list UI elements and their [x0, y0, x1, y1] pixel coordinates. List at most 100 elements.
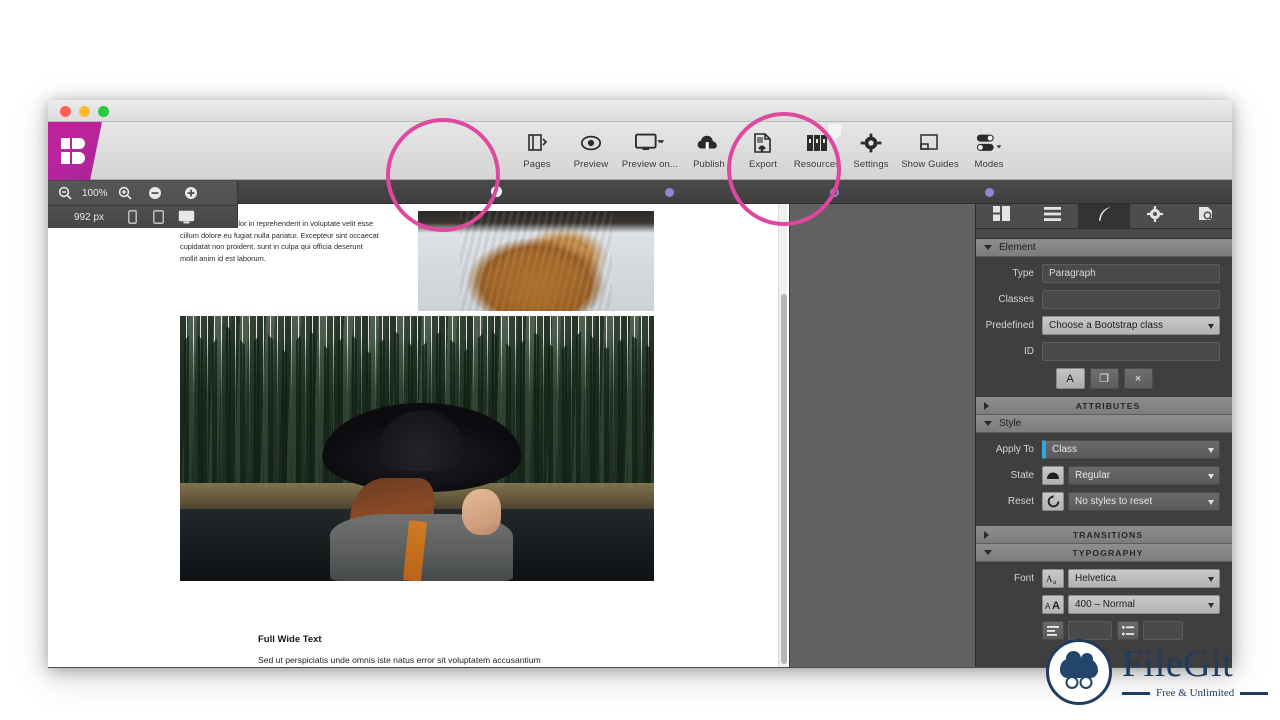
- inspector-tab-layers[interactable]: [976, 204, 1027, 228]
- id-input[interactable]: [1042, 342, 1220, 361]
- state-select[interactable]: Regular: [1068, 466, 1220, 485]
- filegit-tagline: Free & Unlimited: [1156, 687, 1234, 699]
- chevron-down-icon: [1208, 577, 1214, 582]
- quill-icon: [1096, 206, 1113, 227]
- font-weight-icon-button[interactable]: AA: [1042, 595, 1064, 614]
- breakpoint-dot-2[interactable]: [665, 188, 674, 197]
- font-family-select[interactable]: Helvetica: [1068, 569, 1220, 588]
- traffic-lights: [60, 106, 109, 117]
- section-header-attributes[interactable]: ATTRIBUTES: [976, 397, 1232, 415]
- magnifier-plus-icon[interactable]: [118, 186, 132, 200]
- minus-circle-icon[interactable]: [148, 186, 162, 200]
- state-value: Regular: [1075, 470, 1110, 481]
- toolbar-modes-button[interactable]: Modes: [962, 126, 1016, 170]
- type-label: Type: [976, 268, 1042, 279]
- toolbar-show-guides-button[interactable]: Show Guides: [898, 126, 962, 170]
- toolbar-export-label: Export: [749, 159, 777, 170]
- font-size-icon: AA: [1045, 599, 1061, 611]
- field-row-id: ID: [976, 342, 1232, 361]
- desktop-icon[interactable]: [178, 210, 195, 224]
- font-weight-select[interactable]: 400 – Normal: [1068, 595, 1220, 614]
- zoom-level-label: 100%: [82, 188, 108, 199]
- reset-select[interactable]: No styles to reset: [1068, 492, 1220, 511]
- close-button[interactable]: [60, 106, 71, 117]
- toolbar-preview-button[interactable]: Preview: [564, 126, 618, 170]
- apply-to-select[interactable]: Class: [1042, 440, 1220, 459]
- breakpoint-dot-3[interactable]: [830, 188, 839, 197]
- breakpoint-track[interactable]: [238, 180, 1232, 204]
- field-row-type: Type Paragraph: [976, 264, 1232, 283]
- refresh-icon: [1047, 495, 1060, 508]
- reset-icon-button[interactable]: [1042, 492, 1064, 511]
- fullwide-paragraph[interactable]: Sed ut perspiciatis unde omnis iste natu…: [258, 654, 578, 667]
- svg-text:A: A: [1046, 574, 1053, 584]
- hoodie-photo[interactable]: [418, 211, 654, 311]
- breakpoint-dot-active[interactable]: [491, 186, 502, 197]
- toolbar-settings-button[interactable]: Settings: [844, 126, 898, 170]
- inspector-tab-list[interactable]: [1027, 204, 1078, 228]
- toolbar-preview-label: Preview: [574, 159, 609, 170]
- delete-button[interactable]: ×: [1124, 368, 1153, 389]
- classes-label: Classes: [976, 294, 1042, 305]
- toolbar-export-button[interactable]: Export: [736, 126, 790, 170]
- breakpoint-dot-4[interactable]: [985, 188, 994, 197]
- phone-icon[interactable]: [128, 210, 137, 224]
- inspector-tab-settings[interactable]: [1130, 204, 1181, 228]
- forest-lake-photo[interactable]: [180, 316, 654, 581]
- font-family-value: Helvetica: [1075, 573, 1116, 584]
- tagline-rule-left: [1122, 692, 1150, 695]
- plus-circle-icon[interactable]: [184, 186, 198, 200]
- field-row-font-weight: AA 400 – Normal: [976, 595, 1232, 614]
- chevron-down-icon: [1208, 324, 1214, 329]
- minimize-button[interactable]: [79, 106, 90, 117]
- zoom-row-device: 992 px: [48, 205, 237, 228]
- zoom-button[interactable]: [98, 106, 109, 117]
- toolbar-preview-on-button[interactable]: Preview on...: [618, 126, 682, 170]
- inspector-tab-inspect[interactable]: [1181, 204, 1232, 228]
- search-document-icon: [1198, 206, 1214, 226]
- duplicate-glyph: ❐: [1099, 372, 1109, 385]
- section-element-title: Element: [999, 242, 1036, 253]
- toolbar-pages-button[interactable]: Pages: [510, 126, 564, 170]
- font-weight-value: 400 – Normal: [1075, 599, 1135, 610]
- section-header-transitions[interactable]: TRANSITIONS: [976, 526, 1232, 544]
- list-icon: [1044, 207, 1061, 226]
- section-header-element[interactable]: Element: [976, 239, 1232, 257]
- fullwide-heading[interactable]: Full Wide Text: [258, 634, 322, 645]
- font-icon-button[interactable]: Aa: [1042, 569, 1064, 588]
- chevron-down-icon: [1208, 603, 1214, 608]
- filegit-wordmark: FileGit Free & Unlimited: [1122, 645, 1268, 699]
- toolbar-preview-on-label: Preview on...: [622, 159, 678, 170]
- toolbar-show-guides-label: Show Guides: [901, 159, 959, 170]
- type-input[interactable]: Paragraph: [1042, 264, 1220, 283]
- id-label: ID: [976, 346, 1042, 357]
- filegit-tagline-row: Free & Unlimited: [1122, 687, 1268, 699]
- filegit-watermark: FileGit Free & Unlimited: [1046, 636, 1270, 708]
- tablet-icon[interactable]: [153, 210, 164, 224]
- classes-input[interactable]: [1042, 290, 1220, 309]
- state-icon-button[interactable]: [1042, 466, 1064, 485]
- canvas-scrollbar-thumb[interactable]: [781, 294, 787, 664]
- edit-text-button[interactable]: A: [1056, 368, 1085, 389]
- toolbar-modes-label: Modes: [974, 159, 1003, 170]
- edit-text-glyph: A: [1066, 373, 1073, 385]
- chevron-down-icon: [1208, 474, 1214, 479]
- logo-b-glyph: [61, 138, 85, 164]
- apply-to-value: Class: [1052, 444, 1077, 455]
- duplicate-button[interactable]: ❐: [1090, 368, 1119, 389]
- magnifier-minus-icon[interactable]: [58, 186, 72, 200]
- blocs-logo: [48, 122, 102, 180]
- toolbar-settings-label: Settings: [853, 159, 888, 170]
- section-header-style[interactable]: Style: [976, 415, 1232, 433]
- canvas-scrollbar[interactable]: [778, 204, 787, 667]
- section-header-typography[interactable]: TYPOGRAPHY: [976, 544, 1232, 562]
- reset-value: No styles to reset: [1075, 496, 1152, 507]
- predefined-label: Predefined: [976, 320, 1042, 331]
- predefined-select[interactable]: Choose a Bootstrap class: [1042, 316, 1220, 335]
- design-canvas[interactable]: Duis aute irure dolor in reprehenderit i…: [48, 204, 790, 667]
- svg-text:a: a: [1053, 578, 1057, 585]
- inspector-tab-style[interactable]: [1078, 204, 1129, 228]
- predefined-value: Choose a Bootstrap class: [1049, 320, 1163, 331]
- toolbar-publish-button[interactable]: Publish: [682, 126, 736, 170]
- toggles-icon: [975, 130, 1003, 156]
